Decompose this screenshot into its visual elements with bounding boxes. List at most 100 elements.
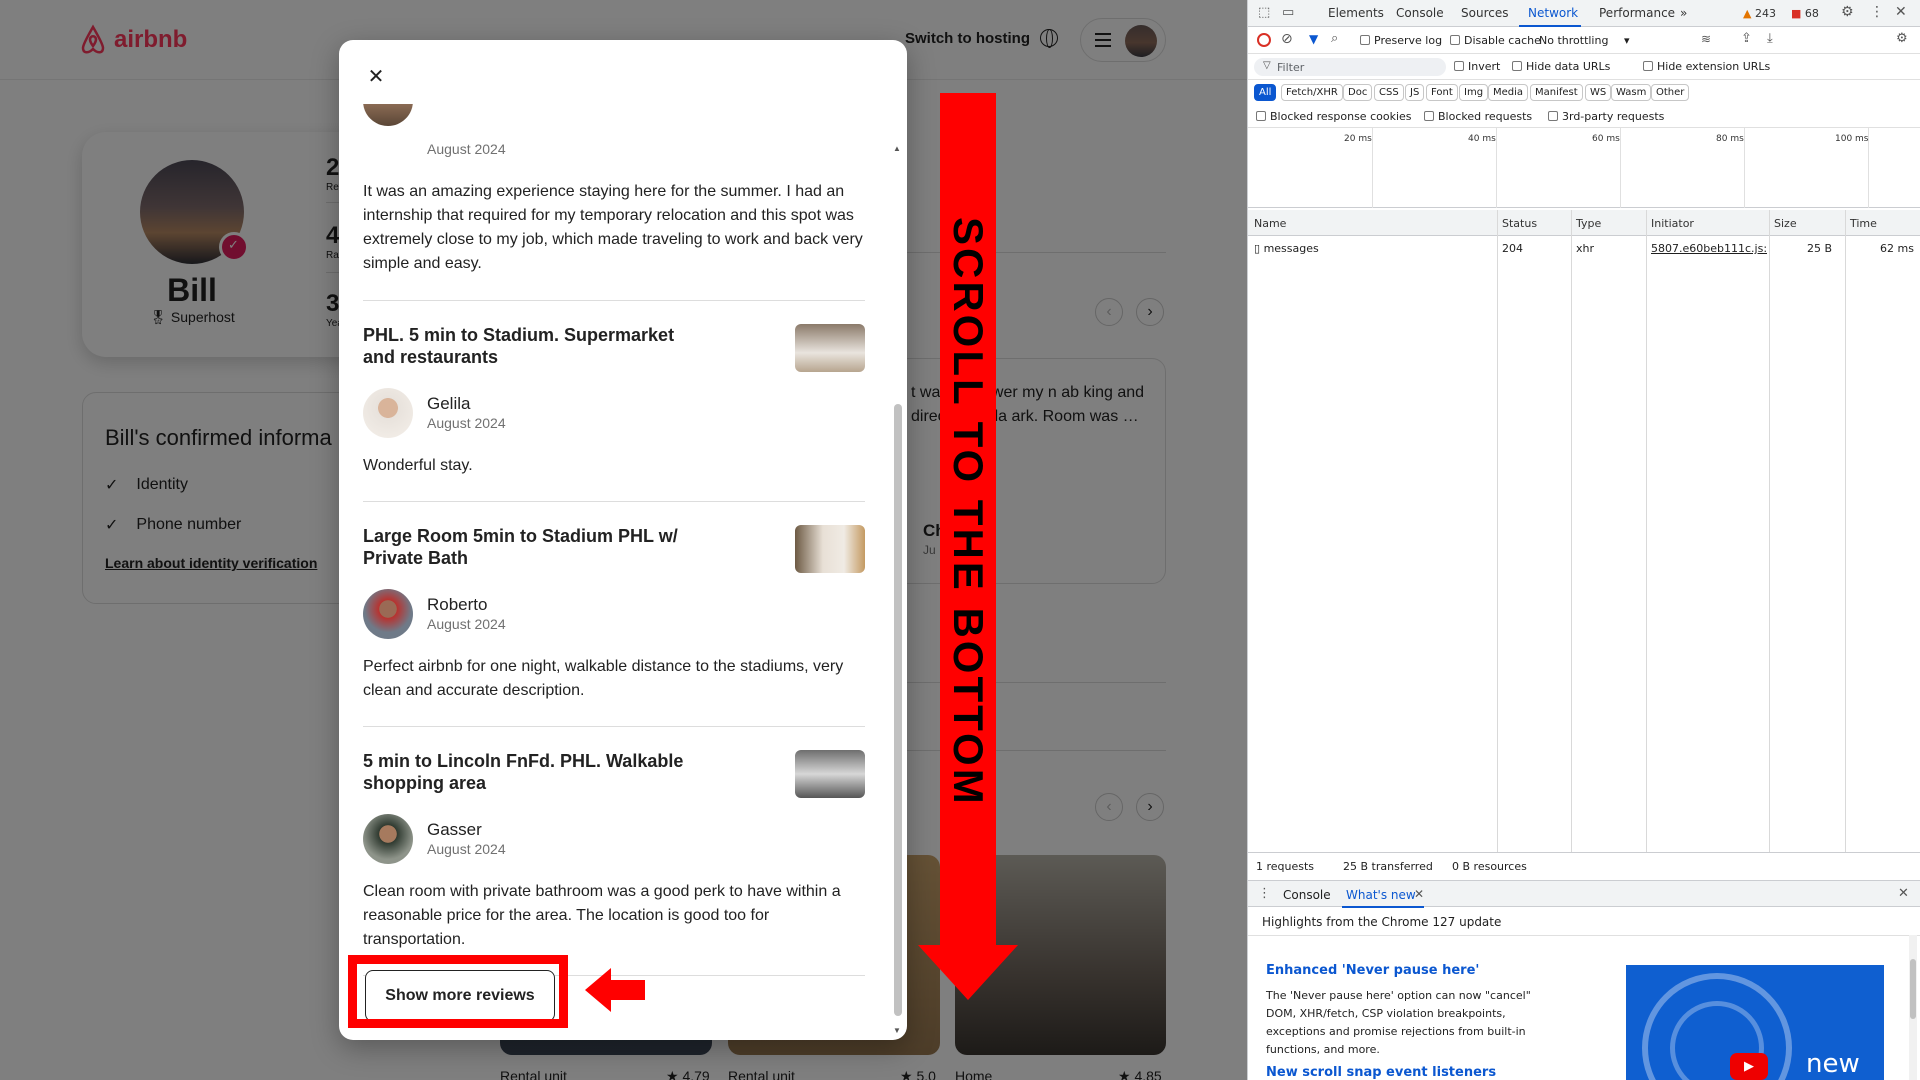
errors-count[interactable]: ■ 68 <box>1791 7 1819 20</box>
column-size[interactable]: Size <box>1774 217 1797 230</box>
type-filter-wasm[interactable]: Wasm <box>1611 84 1652 101</box>
close-modal-button[interactable]: ✕ <box>359 60 393 94</box>
device-toolbar-icon[interactable]: ▭ <box>1282 5 1294 20</box>
type-filter-ws[interactable]: WS <box>1585 84 1612 101</box>
throttling-select[interactable]: No throttling ▾ <box>1539 34 1629 47</box>
review-divider <box>363 726 865 727</box>
type-filter-media[interactable]: Media <box>1488 84 1529 101</box>
listing-thumbnail[interactable] <box>795 525 865 573</box>
preserve-log-label: Preserve log <box>1374 34 1443 47</box>
filter-input[interactable]: ▽ Filter <box>1254 58 1446 76</box>
type-filter-font[interactable]: Font <box>1426 84 1458 101</box>
inspect-element-icon[interactable]: ⬚ <box>1258 5 1270 20</box>
blocked-requests-checkbox[interactable]: Blocked requests <box>1424 110 1532 123</box>
play-icon[interactable]: ▶ <box>1730 1053 1768 1080</box>
drawer-scrollbar[interactable] <box>1909 935 1917 1080</box>
tab-console[interactable]: Console <box>1396 6 1444 20</box>
review-date: August 2024 <box>427 841 506 857</box>
timeline-tick: 40 ms <box>1468 134 1496 144</box>
type-filter-manifest[interactable]: Manifest <box>1530 84 1583 101</box>
whats-new-item-title[interactable]: New scroll snap event listeners <box>1266 1065 1496 1080</box>
export-har-icon[interactable]: ⤓ <box>1767 31 1773 46</box>
timeline-gridline <box>1620 128 1621 208</box>
type-filter-img[interactable]: Img <box>1459 84 1489 101</box>
scroll-up-arrow-icon[interactable]: ▲ <box>893 144 901 153</box>
checkbox-box <box>1548 111 1558 121</box>
request-name-text: messages <box>1263 242 1319 255</box>
review-listing-title[interactable]: Large Room 5min to Stadium PHL w/ Privat… <box>363 525 703 569</box>
drawer-menu-icon[interactable]: ⋮ <box>1258 886 1271 901</box>
hide-data-urls-checkbox[interactable]: Hide data URLs <box>1512 60 1610 73</box>
third-party-checkbox[interactable]: 3rd-party requests <box>1548 110 1664 123</box>
arrow-head-icon <box>918 945 1018 1000</box>
tab-sources[interactable]: Sources <box>1461 6 1508 20</box>
drawer-tab-console[interactable]: Console <box>1283 888 1331 902</box>
request-size: 25 B <box>1807 242 1833 255</box>
close-devtools-icon[interactable]: ✕ <box>1895 4 1907 20</box>
type-filter-js[interactable]: JS <box>1405 84 1425 101</box>
clear-icon[interactable]: ⊘ <box>1281 31 1293 47</box>
network-settings-icon[interactable]: ⚙ <box>1896 31 1908 46</box>
throttling-value: No throttling <box>1539 34 1609 47</box>
close-drawer-icon[interactable]: ✕ <box>1898 886 1909 901</box>
preserve-log-checkbox[interactable]: Preserve log <box>1360 34 1442 47</box>
column-status[interactable]: Status <box>1502 217 1537 230</box>
checkbox-box <box>1450 35 1460 45</box>
disable-cache-checkbox[interactable]: Disable cache <box>1450 34 1541 47</box>
drawer-tab-bar: ⋮ Console What's new ✕ ✕ <box>1248 880 1920 908</box>
drawer-divider <box>1248 935 1920 936</box>
request-count: 1 requests <box>1256 860 1315 873</box>
network-conditions-icon[interactable]: ≋ <box>1701 32 1711 46</box>
type-filter-other[interactable]: Other <box>1651 84 1690 101</box>
whats-new-item-title[interactable]: Enhanced 'Never pause here' <box>1266 963 1479 978</box>
timeline-gridline <box>1496 128 1497 208</box>
more-options-icon[interactable]: ⋮ <box>1870 4 1884 20</box>
search-icon[interactable]: ⌕ <box>1331 31 1338 46</box>
hide-extension-urls-checkbox[interactable]: Hide extension URLs <box>1643 60 1770 73</box>
filter-icon[interactable]: ▼ <box>1309 32 1318 46</box>
scrollbar-thumb[interactable] <box>894 404 902 1016</box>
devtools-panel: ⬚ ▭ Elements Console Sources Network Per… <box>1247 0 1920 1080</box>
invert-label: Invert <box>1468 60 1501 73</box>
column-time[interactable]: Time <box>1850 217 1877 230</box>
settings-gear-icon[interactable]: ⚙ <box>1841 4 1854 20</box>
whats-new-video-thumbnail[interactable]: ▶ new <box>1626 965 1884 1080</box>
column-separator <box>1845 210 1846 852</box>
type-filter-css[interactable]: CSS <box>1374 84 1404 101</box>
warnings-count[interactable]: ▲ 243 <box>1743 7 1776 20</box>
timeline-tick: 100 ms <box>1835 134 1869 144</box>
reviews-scroll-area[interactable]: August 2024 It was an amazing experience… <box>339 104 907 1040</box>
network-timeline-overview[interactable]: 20 ms 40 ms 60 ms 80 ms 100 ms <box>1248 128 1920 208</box>
tab-network[interactable]: Network <box>1528 6 1578 20</box>
column-name[interactable]: Name <box>1254 217 1286 230</box>
request-initiator-link[interactable]: 5807.e60beb111c.js:s <box>1651 242 1767 255</box>
listing-thumbnail[interactable] <box>795 750 865 798</box>
timeline-gridline <box>1744 128 1745 208</box>
blocked-cookies-checkbox[interactable]: Blocked response cookies <box>1256 110 1412 123</box>
type-filter-all[interactable]: All <box>1254 84 1277 101</box>
type-filter-fetch-xhr[interactable]: Fetch/XHR <box>1281 84 1343 101</box>
close-tab-icon[interactable]: ✕ <box>1414 887 1424 901</box>
close-icon: ✕ <box>367 66 385 88</box>
hide-extension-urls-label: Hide extension URLs <box>1657 60 1771 73</box>
column-initiator[interactable]: Initiator <box>1651 217 1694 230</box>
table-row[interactable]: ▯ messages 204 xhr 5807.e60beb111c.js:s … <box>1248 237 1920 259</box>
review-listing-title[interactable]: 5 min to Lincoln FnFd. PHL. Walkable sho… <box>363 750 703 794</box>
tab-performance[interactable]: Performance <box>1599 6 1675 20</box>
drawer-scrollbar-thumb[interactable] <box>1910 959 1916 1019</box>
drawer-tab-whats-new[interactable]: What's new <box>1346 888 1416 902</box>
import-har-icon[interactable]: ⇪ <box>1741 31 1752 46</box>
column-type[interactable]: Type <box>1576 217 1601 230</box>
timeline-gridline <box>1372 128 1373 208</box>
invert-checkbox[interactable]: Invert <box>1454 60 1500 73</box>
more-tabs-icon[interactable]: » <box>1680 6 1687 20</box>
filter-placeholder: Filter <box>1277 61 1305 74</box>
record-icon[interactable] <box>1257 33 1271 47</box>
tab-elements[interactable]: Elements <box>1328 6 1384 20</box>
review-listing-title[interactable]: PHL. 5 min to Stadium. Supermarket and r… <box>363 324 703 368</box>
scroll-down-arrow-icon[interactable]: ▼ <box>893 1026 901 1035</box>
modal-scrollbar[interactable]: ▲ ▼ <box>892 104 904 1036</box>
type-filter-doc[interactable]: Doc <box>1343 84 1373 101</box>
filter-bar: ▽ Filter Invert Hide data URLs Hide exte… <box>1248 54 1920 80</box>
listing-thumbnail[interactable] <box>795 324 865 372</box>
